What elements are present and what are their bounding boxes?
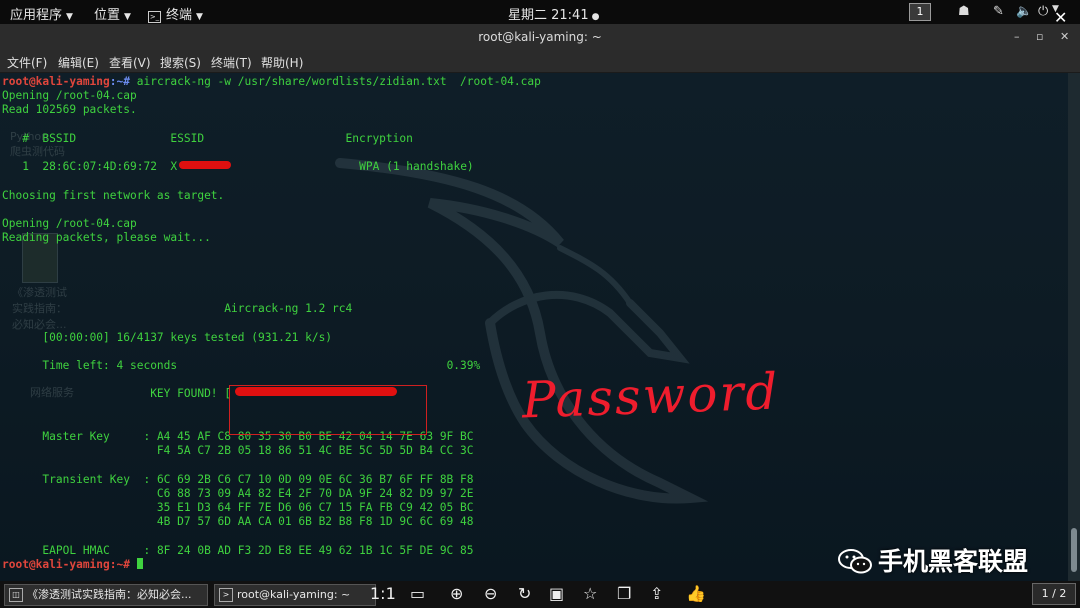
menu-edit[interactable]: 编辑(E) (58, 54, 99, 71)
master-key-label: Master Key (42, 430, 110, 444)
book-icon: ◫ (9, 588, 23, 602)
progress-percent: 0.39% (446, 359, 481, 373)
prompt-user: root@kali-yaming (2, 75, 110, 88)
command-line: aircrack-ng -w /usr/share/wordlists/zidi… (130, 75, 541, 88)
password-annotation: Password (521, 362, 781, 430)
last-prompt: root@kali-yaming:~# (2, 557, 130, 571)
dropdown-arrow-icon: ▼ (124, 12, 131, 22)
zoom-in-icon[interactable]: ⊕ (450, 584, 463, 606)
top-panel: 应用程序 ▼ 位置 ▼ >_ 终端 ▼ 星期二 21:41 ● 1 ☗ ✎ 🔈 ⏻ ▼ (0, 0, 1080, 24)
minimize-button[interactable]: – (1014, 30, 1020, 43)
dropdown-arrow-icon: ▼ (196, 12, 203, 22)
volume-icon[interactable]: 🔈 (1016, 4, 1032, 19)
eapol-hmac-value: 8F 24 0B AD F3 2D E8 EE 49 62 1B 1C 5F D… (156, 543, 474, 557)
transient-key-label: Transient Key (42, 472, 130, 486)
prompt-path: :~# (109, 75, 130, 88)
scrollbar-thumb[interactable] (1071, 528, 1077, 572)
transient-key-line: 4B D7 57 6D AA CA 01 6B B2 B8 F8 1D 9C 6… (156, 515, 474, 529)
watermark: 手机黑客联盟 (838, 542, 1028, 578)
share-icon[interactable]: ⇪ (650, 584, 663, 606)
menubar: 文件(F) 编辑(E) 查看(V) 搜索(S) 终端(T) 帮助(H) (0, 50, 1080, 73)
keys-tested-status: [00:00:00] 16/4137 keys tested (931.21 k… (42, 330, 333, 344)
aircrack-version: Aircrack-ng 1.2 rc4 (224, 302, 353, 316)
menu-file[interactable]: 文件(F) (7, 54, 47, 71)
text-cursor (136, 557, 143, 569)
eapol-hmac-label: EAPOL HMAC (42, 543, 110, 557)
transient-key-line: 35 E1 D3 64 FF 7E D6 06 C7 15 FA FB C9 4… (156, 501, 474, 515)
taskbar-item-pdf[interactable]: ◫ 《渗透测试实践指南：必知必会... (4, 584, 208, 606)
taskbar: ◫ 《渗透测试实践指南：必知必会... > root@kali-yaming: ~ … (0, 581, 1080, 608)
essid-redaction (179, 161, 232, 170)
network-icon[interactable]: ☗ (958, 4, 970, 19)
window-titlebar[interactable]: root@kali-yaming: ~ – ▫ ✕ (0, 24, 1080, 50)
recording-dot-icon: ● (591, 12, 600, 22)
window-close-button[interactable]: ✕ (1060, 30, 1069, 43)
terminal-scrollbar[interactable] (1068, 73, 1080, 581)
like-icon[interactable]: 👍 (686, 584, 706, 606)
terminal-view[interactable]: Python 爬虫测代码 《渗透测试 实践指南： 必知必会... 网络服务 ro… (0, 73, 1068, 581)
copy-icon[interactable]: ❐ (617, 584, 631, 606)
workspace-indicator[interactable]: 1 (909, 3, 931, 21)
fit-screen-icon[interactable]: ▭ (410, 584, 425, 606)
maximize-button[interactable]: ▫ (1036, 30, 1043, 43)
viewer-close-icon[interactable]: ✕ (1054, 8, 1067, 27)
key-found-highlight-box (229, 385, 427, 435)
menu-search[interactable]: 搜索(S) (160, 54, 201, 71)
key-found-label: KEY FOUND! [ (150, 387, 232, 401)
menu-help[interactable]: 帮助(H) (261, 54, 303, 71)
bssid-value: 28:6C:07:4D:69:72 (42, 160, 157, 174)
menu-view[interactable]: 查看(V) (109, 54, 151, 71)
essid-value: X (170, 160, 178, 174)
terminal-icon: >_ (148, 11, 161, 23)
save-icon[interactable]: ▣ (549, 584, 564, 606)
master-key-line: F4 5A C7 2B 05 18 86 51 4C BE 5C 5D 5D B… (156, 444, 474, 458)
network-table-header: # BSSID ESSID Encryption (2, 131, 413, 145)
transient-key-line: 6C 69 2B C6 C7 10 0D 09 0E 6C 36 B7 6F F… (156, 472, 474, 486)
zoom-actual-size-button[interactable]: 1:1 (370, 584, 396, 606)
window-title: root@kali-yaming: ~ (478, 30, 602, 44)
terminal-output: root@kali-yaming:~# aircrack-ng -w /usr/… (2, 75, 541, 571)
wechat-icon (838, 549, 872, 574)
terminal-icon: > (219, 588, 233, 602)
terminal-app-menu[interactable]: >_ 终端 ▼ (148, 4, 203, 23)
page-indicator: 1 / 2 (1032, 583, 1076, 605)
encryption-value: WPA (1 handshake) (359, 160, 474, 174)
applications-menu[interactable]: 应用程序 ▼ (10, 4, 73, 23)
rotate-icon[interactable]: ↻ (518, 584, 531, 606)
places-menu[interactable]: 位置 ▼ (94, 4, 131, 23)
power-icon[interactable]: ⏻ (1038, 4, 1048, 19)
watermark-text: 手机黑客联盟 (878, 547, 1029, 576)
clock[interactable]: 星期二 21:41 ● (508, 4, 599, 23)
menu-terminal[interactable]: 终端(T) (211, 54, 252, 71)
dropdown-arrow-icon: ▼ (66, 12, 73, 22)
zoom-out-icon[interactable]: ⊖ (484, 584, 497, 606)
pen-icon[interactable]: ✎ (993, 4, 1004, 19)
bookmark-icon[interactable]: ☆ (583, 584, 597, 606)
transient-key-line: C6 88 73 09 A4 82 E4 2F 70 DA 9F 24 82 D… (156, 486, 474, 500)
time-left: Time left: 4 seconds (42, 359, 178, 373)
taskbar-item-terminal[interactable]: > root@kali-yaming: ~ (214, 584, 376, 606)
